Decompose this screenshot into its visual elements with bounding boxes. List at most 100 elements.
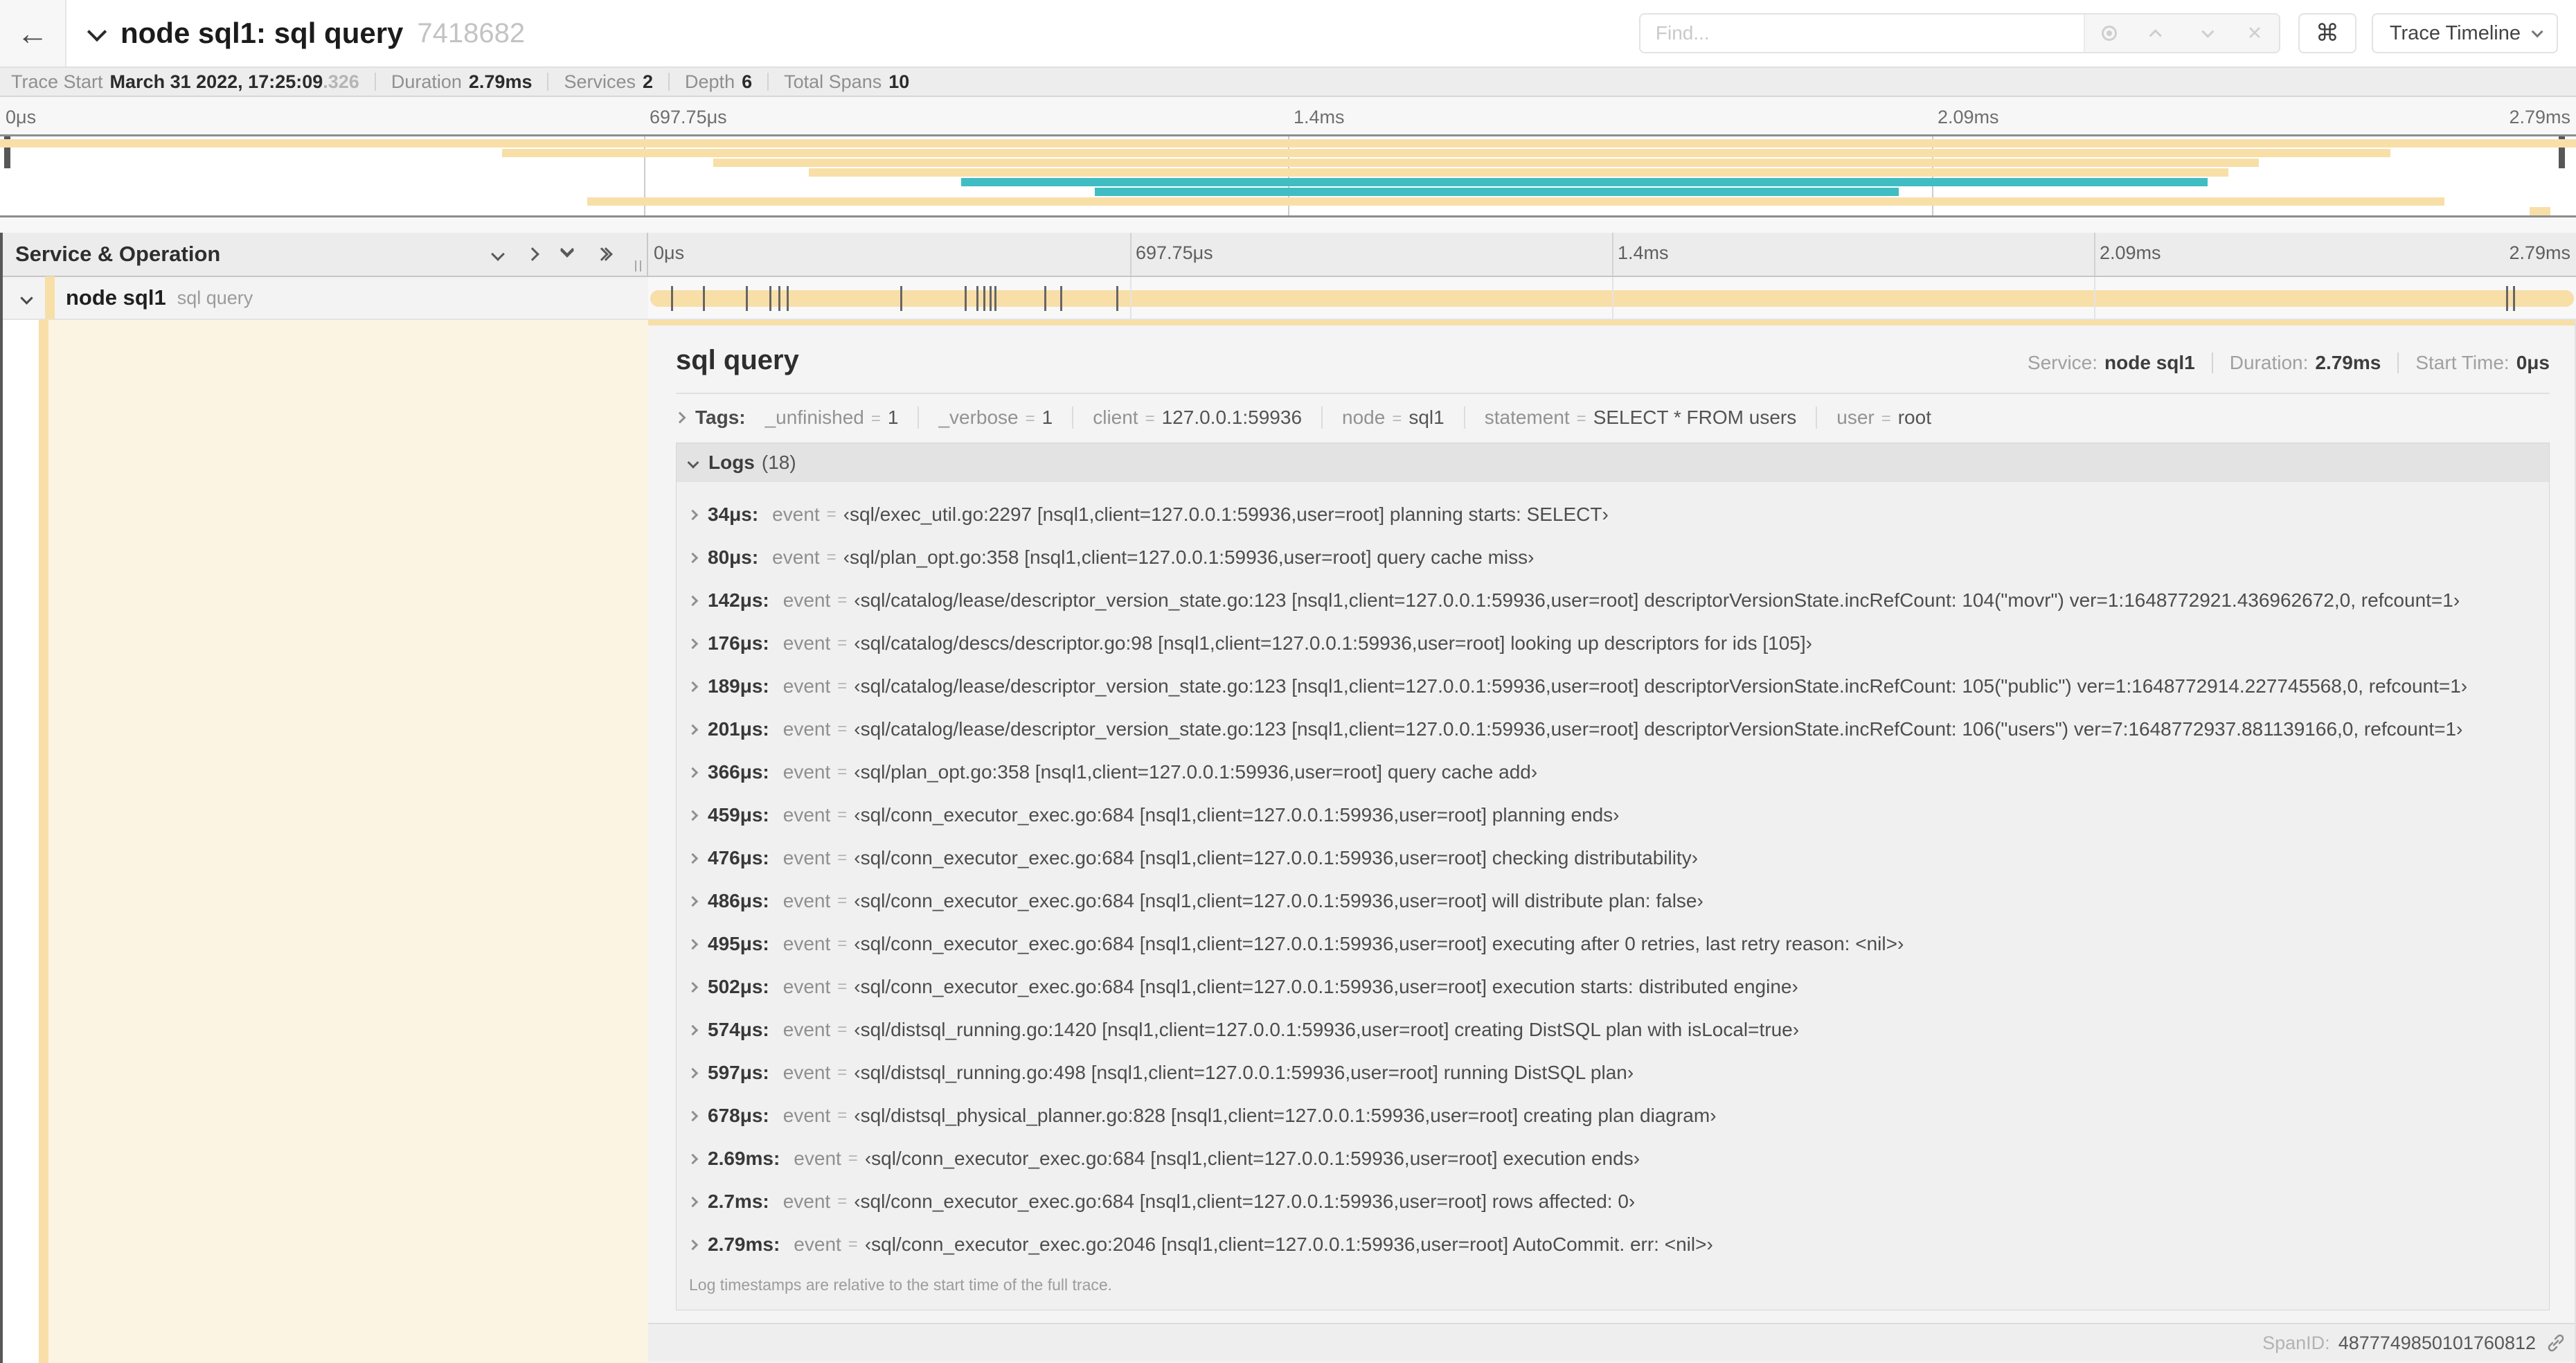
log-row[interactable]: 476μs: event = ‹sql/conn_executor_exec.go:6… [677, 837, 2549, 880]
trace-view-selector[interactable]: Trace Timeline [2371, 13, 2558, 53]
log-row[interactable]: 176μs: event = ‹sql/catalog/descs/descripto… [677, 622, 2549, 665]
log-equals: = [837, 634, 848, 652]
minimap-canvas[interactable] [0, 134, 2576, 217]
ruler-tick-label: 697.75μs [1136, 242, 1213, 263]
log-value: ‹sql/conn_executor_exec.go:2046 [nsql1,c… [864, 1233, 1713, 1255]
collapse-all-icon[interactable] [491, 247, 505, 261]
log-timestamp: 476μs: [708, 847, 769, 868]
span-detail-content: sql query Service: node sql1 Duration: 2.79… [648, 326, 2575, 1310]
chevron-right-icon [687, 981, 699, 992]
logs-relative-note: Log timestamps are relative to the start… [689, 1276, 1113, 1294]
log-field-name: event [782, 1191, 831, 1212]
meta-label: Duration: [2229, 352, 2309, 373]
log-row[interactable]: 678μs: event = ‹sql/distsql_physical_planne… [677, 1094, 2549, 1137]
log-row[interactable]: 459μs: event = ‹sql/conn_executor_exec.go:6… [677, 794, 2549, 837]
log-row[interactable]: 574μs: event = ‹sql/distsql_running.go:1420… [677, 1008, 2549, 1051]
log-row[interactable]: 189μs: event = ‹sql/catalog/lease/descripto… [677, 665, 2549, 708]
next-match-button[interactable] [2182, 15, 2230, 52]
log-row[interactable]: 2.7ms: event = ‹sql/conn_executor_exec.go:6… [677, 1180, 2549, 1223]
log-timestamp: 459μs: [708, 804, 769, 826]
log-field-name: event [782, 933, 831, 954]
deep-link-icon[interactable] [2546, 1333, 2566, 1353]
log-value: ‹sql/catalog/lease/descriptor_version_st… [854, 589, 2460, 611]
log-row[interactable]: 597μs: event = ‹sql/distsql_running.go:498 … [677, 1051, 2549, 1094]
log-row[interactable]: 142μs: event = ‹sql/catalog/lease/descripto… [677, 579, 2549, 622]
log-value: ‹sql/distsql_physical_planner.go:828 [ns… [854, 1105, 1717, 1126]
log-marker-tick [702, 286, 705, 311]
log-row[interactable]: 502μs: event = ‹sql/conn_executor_exec.go:6… [677, 965, 2549, 1008]
chevron-right-icon [687, 724, 699, 735]
log-marker-tick [778, 286, 780, 311]
tag-equals: = [870, 409, 881, 428]
stat-value: 6 [742, 71, 753, 92]
log-timestamp: 502μs: [708, 976, 769, 997]
divider [547, 73, 549, 91]
divider [668, 73, 670, 91]
log-timestamp: 2.69ms: [708, 1148, 780, 1169]
span-name-cell[interactable]: node sql1 sql query [3, 276, 648, 319]
prev-match-button[interactable] [2134, 15, 2182, 52]
log-marker-tick [1044, 286, 1046, 311]
span-bar-cell[interactable] [648, 277, 2576, 319]
target-icon [2101, 26, 2117, 41]
chevron-right-icon [687, 595, 699, 606]
tag-item: statement = SELECT * FROM users [1485, 407, 1797, 429]
divider [767, 73, 769, 91]
log-row[interactable]: 486μs: event = ‹sql/conn_executor_exec.go:6… [677, 880, 2549, 923]
log-value: ‹sql/conn_executor_exec.go:684 [nsql1,cl… [854, 804, 1620, 826]
service-operation-label: Service & Operation [15, 242, 221, 266]
log-value: ‹sql/catalog/lease/descriptor_version_st… [854, 718, 2463, 740]
divider [1072, 407, 1074, 429]
log-timestamp: 34μs: [708, 504, 759, 525]
chevron-down-icon [687, 456, 699, 469]
log-timestamp: 176μs: [708, 632, 769, 654]
log-value: ‹sql/conn_executor_exec.go:684 [nsql1,cl… [854, 847, 1699, 868]
log-marker-tick [2506, 286, 2509, 311]
minimap-span-bar [2530, 207, 2550, 215]
back-arrow-icon: ← [17, 15, 48, 51]
log-timestamp: 366μs: [708, 761, 769, 783]
collapse-controls [491, 242, 647, 261]
collapse-children-icon[interactable] [20, 291, 33, 305]
log-marker-tick [976, 286, 978, 311]
ruler-tick-label: 0μs [654, 242, 685, 263]
divider [1816, 407, 1818, 429]
log-marker-tick [900, 286, 903, 311]
back-button[interactable]: ← [0, 0, 66, 66]
tag-value: 1 [887, 407, 899, 428]
trace-minimap: 0μs 697.75μs 1.4ms 2.09ms 2.79ms [0, 97, 2576, 233]
expand-one-icon[interactable] [526, 247, 539, 261]
log-row[interactable]: 201μs: event = ‹sql/catalog/lease/descripto… [677, 708, 2549, 751]
log-row[interactable]: 80μs: event = ‹sql/plan_opt.go:358 [nsql1,c… [677, 536, 2549, 579]
divider [2211, 353, 2213, 373]
divider [1463, 407, 1465, 429]
log-row[interactable]: 34μs: event = ‹sql/exec_util.go:2297 [nsql1… [677, 493, 2549, 536]
log-value: ‹sql/plan_opt.go:358 [nsql1,client=127.0… [843, 546, 1535, 568]
chevron-right-icon [687, 552, 699, 563]
log-row[interactable]: 2.79ms: event = ‹sql/conn_executor_exec.go:… [677, 1223, 2549, 1266]
keyboard-shortcuts-button[interactable]: ⌘ [2298, 13, 2356, 53]
log-equals: = [837, 1063, 848, 1082]
log-row[interactable]: 366μs: event = ‹sql/plan_opt.go:358 [nsql1,… [677, 751, 2549, 794]
log-row[interactable]: 2.69ms: event = ‹sql/conn_executor_exec.go:… [677, 1137, 2549, 1180]
double-chevron-right-icon[interactable] [595, 247, 613, 261]
find-input[interactable] [1640, 15, 2084, 52]
double-chevron-down-icon[interactable] [560, 242, 574, 258]
column-resizer-grip[interactable] [635, 260, 641, 271]
chevron-right-icon [687, 810, 699, 821]
minimap-span-bar [1095, 188, 1899, 196]
tag-equals: = [1025, 409, 1035, 428]
clear-find-button[interactable]: ✕ [2230, 15, 2279, 52]
chevron-right-icon [687, 1153, 699, 1164]
tags-accordion[interactable]: Tags: _unfinished = 1 _verbose = 1 client = 127.… [676, 407, 2550, 429]
focus-match-button[interactable] [2085, 15, 2134, 52]
log-equals: = [848, 1149, 858, 1168]
minimap-span-bar [960, 178, 2208, 186]
collapse-trace-caret[interactable] [87, 21, 107, 42]
log-row[interactable]: 495μs: event = ‹sql/conn_executor_exec.go:6… [677, 923, 2549, 965]
log-marker-tick [2513, 286, 2516, 311]
stat-value: 2 [643, 71, 654, 92]
logs-header[interactable]: Logs (18) [677, 443, 2549, 482]
minimap-ruler: 0μs 697.75μs 1.4ms 2.09ms 2.79ms [0, 107, 2576, 130]
log-field-name: event [782, 804, 831, 826]
